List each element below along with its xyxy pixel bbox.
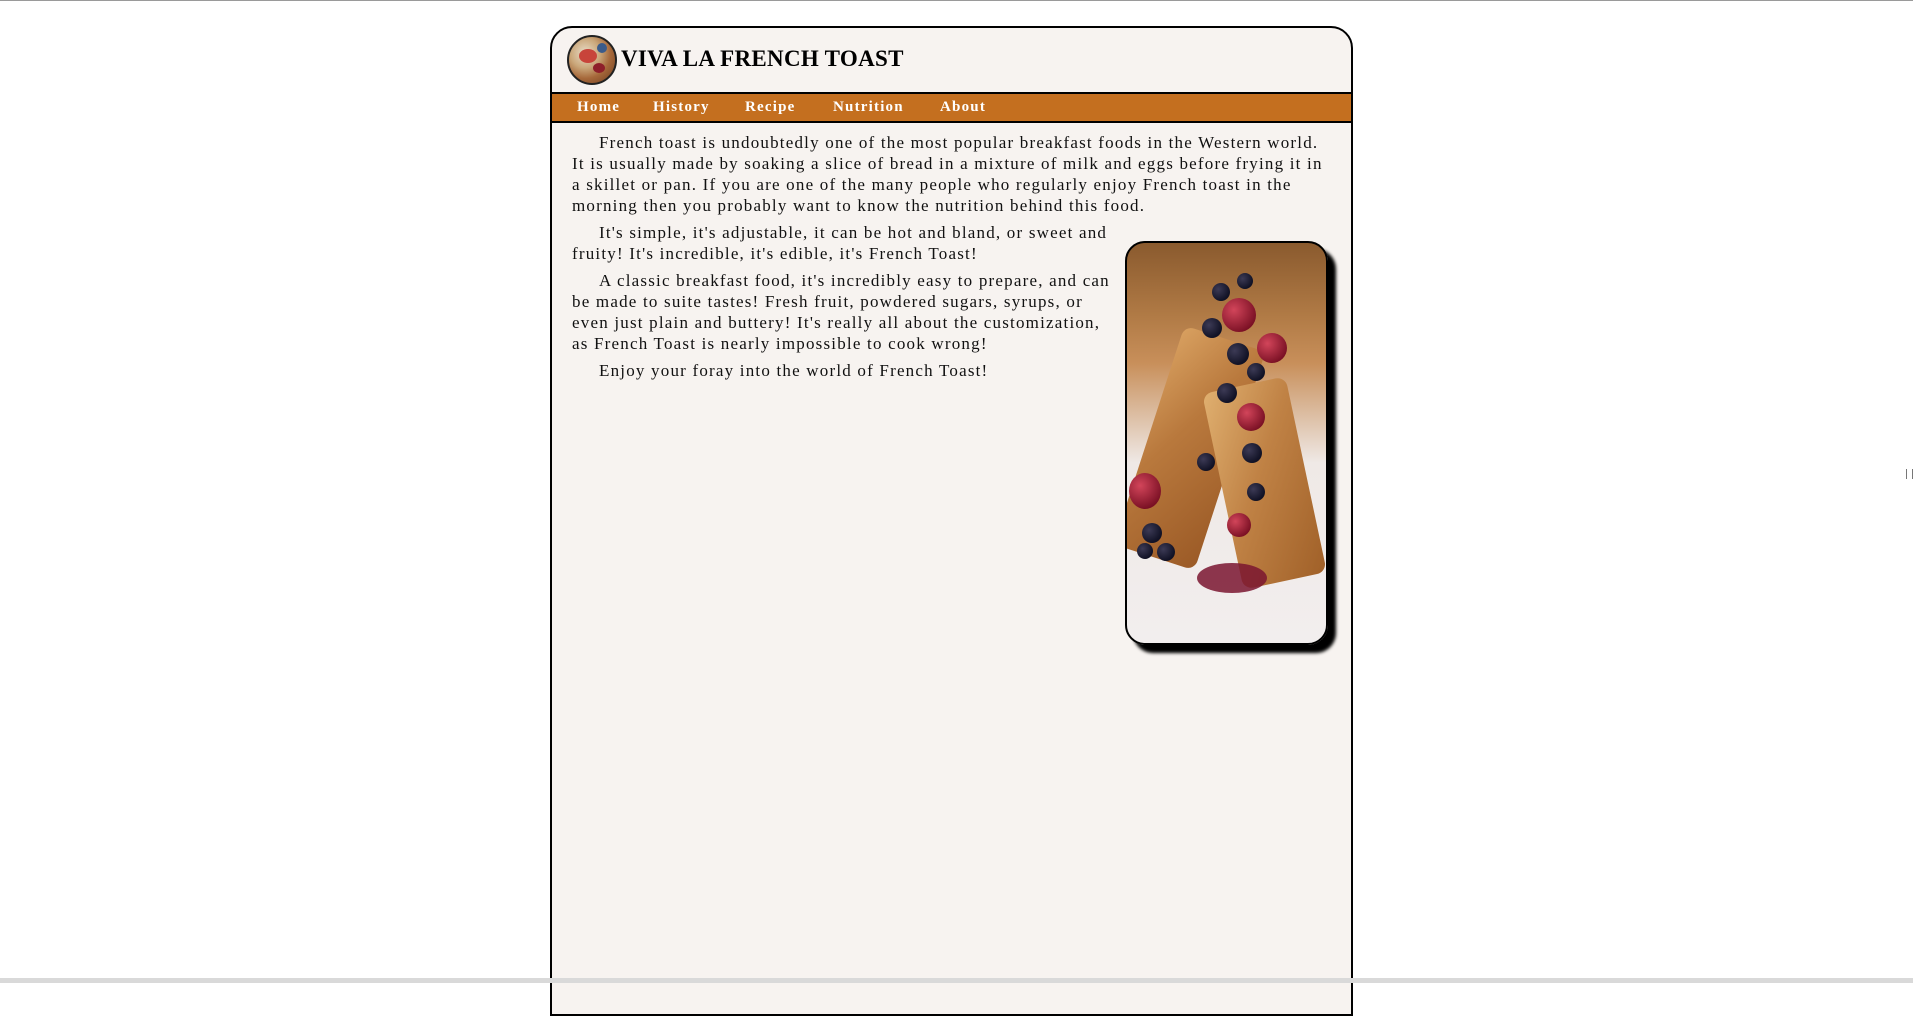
window-top-border (0, 0, 1913, 1)
site-header: VIVA LA FRENCH TOAST (552, 28, 1351, 92)
site-title: VIVA LA FRENCH TOAST (621, 46, 904, 71)
main-nav: Home History Recipe Nutrition About (552, 92, 1351, 123)
paragraph-enjoy: Enjoy your foray into the world of Frenc… (599, 361, 989, 380)
nav-history[interactable]: History (653, 99, 710, 116)
intro-paragraph: French toast is undoubtedly one of the m… (572, 133, 1323, 215)
french-toast-photo (1125, 241, 1328, 645)
nav-about[interactable]: About (940, 99, 986, 116)
nav-recipe[interactable]: Recipe (745, 99, 796, 116)
paragraph-classic: A classic breakfast food, it's incredibl… (572, 271, 1110, 353)
scrollbar-grip[interactable] (1906, 469, 1913, 479)
page-container: VIVA LA FRENCH TOAST Home History Recipe… (550, 26, 1353, 1016)
paragraph-simple: It's simple, it's adjustable, it can be … (572, 223, 1108, 263)
french-toast-logo[interactable] (567, 35, 617, 85)
nav-home[interactable]: Home (577, 99, 620, 116)
nav-nutrition[interactable]: Nutrition (833, 99, 904, 116)
taskbar-strip (0, 978, 1913, 983)
